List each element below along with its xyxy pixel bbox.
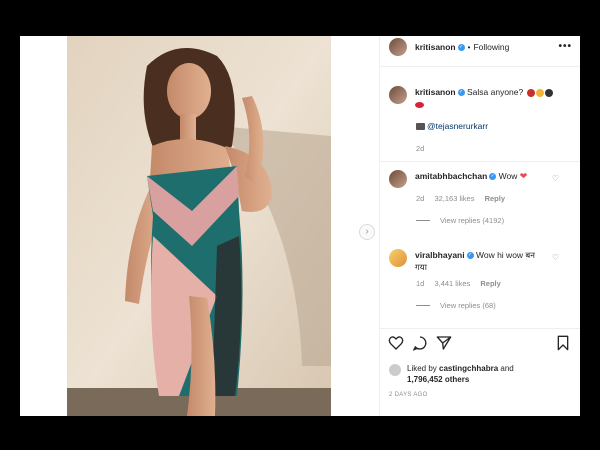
red-heart-emoji-icon: ❤	[519, 171, 528, 181]
comment-item: amitabhbachchan ✓ Wow ❤ ♡ 2d 32,163 likes…	[389, 170, 579, 225]
lips-emoji-icon	[415, 101, 424, 108]
camera-icon	[416, 123, 425, 131]
liked-by-text: Liked by castingchhabra and 1,796,452 ot…	[407, 363, 514, 385]
view-replies-button[interactable]: View replies (68)	[416, 301, 579, 310]
caption-username[interactable]: kritisanon	[415, 87, 456, 97]
dancer-emoji-icon	[526, 88, 535, 97]
heart-icon[interactable]	[388, 335, 404, 351]
comment-username[interactable]: viralbhayani	[415, 250, 465, 260]
replies-line	[416, 220, 430, 221]
heart-icon[interactable]: ♡	[552, 174, 559, 183]
view-replies-label: View replies (68)	[440, 301, 496, 310]
avatar[interactable]	[389, 249, 407, 267]
comment-meta: 1d 3,441 likes Reply	[416, 279, 579, 288]
verified-icon: ✓	[457, 89, 465, 97]
reply-button[interactable]: Reply	[480, 279, 500, 288]
photo-illustration	[67, 36, 331, 416]
caption-text: Salsa anyone?	[467, 87, 524, 97]
comment-time: 1d	[416, 279, 425, 288]
view-replies-button[interactable]: View replies (4192)	[416, 216, 579, 225]
comment-icon[interactable]	[412, 335, 428, 351]
header-username[interactable]: kritisanon	[415, 42, 456, 52]
actions-divider	[380, 328, 580, 329]
avatar[interactable]	[389, 364, 401, 376]
thinking-emoji-icon	[535, 88, 544, 97]
liked-by-user[interactable]: castingchhabra	[439, 364, 498, 373]
post-media: ›	[20, 36, 379, 416]
avatar[interactable]	[389, 170, 407, 188]
more-options-icon[interactable]: •••	[558, 41, 572, 52]
comment-username[interactable]: amitabhbachchan	[415, 171, 487, 181]
verified-icon: ✓	[457, 43, 465, 51]
bookmark-icon[interactable]	[556, 335, 570, 351]
avatar[interactable]	[389, 86, 407, 104]
post-photo	[67, 36, 331, 416]
post-sidebar: kritisanon ✓ • Following ••• kritisanon ✓…	[379, 36, 580, 416]
avatar[interactable]	[389, 38, 407, 56]
caption: kritisanon ✓ Salsa anyone?	[389, 86, 579, 110]
comment-likes[interactable]: 32,163 likes	[434, 194, 474, 203]
eyes-emoji-icon	[544, 88, 553, 97]
follow-status-button[interactable]: Following	[473, 42, 509, 52]
chevron-right-icon: ›	[365, 226, 369, 237]
separator-dot: •	[467, 42, 471, 52]
post-header: kritisanon ✓ • Following •••	[380, 36, 580, 58]
view-replies-label: View replies (4192)	[440, 216, 505, 225]
comment-likes[interactable]: 3,441 likes	[434, 279, 470, 288]
caption-text-block: kritisanon ✓ Salsa anyone?	[415, 86, 553, 110]
share-icon[interactable]	[436, 335, 452, 351]
next-photo-button[interactable]: ›	[359, 224, 375, 240]
liked-by-prefix: Liked by	[407, 364, 437, 373]
comment-time: 2d	[416, 194, 425, 203]
heart-icon[interactable]: ♡	[552, 253, 559, 262]
comment-meta: 2d 32,163 likes Reply	[416, 194, 579, 203]
liked-by: Liked by castingchhabra and 1,796,452 ot…	[389, 363, 579, 385]
post-timestamp[interactable]: 2 DAYS AGO	[389, 392, 428, 398]
replies-line	[416, 305, 430, 306]
comment-text-block: viralbhayani ✓ Wow hi wow बन गया	[415, 249, 543, 273]
photo-credit: @tejasnerurkarr	[416, 121, 488, 131]
credit-mention-link[interactable]: @tejasnerurkarr	[427, 121, 488, 131]
verified-icon: ✓	[466, 252, 474, 260]
liked-by-and: and	[500, 364, 514, 373]
verified-icon: ✓	[489, 173, 497, 181]
comment-text-block: amitabhbachchan ✓ Wow ❤	[415, 170, 543, 182]
action-bar	[380, 332, 580, 358]
comment-text: Wow	[498, 171, 518, 181]
likes-count[interactable]: 1,796,452 others	[407, 375, 469, 384]
comment-item: viralbhayani ✓ Wow hi wow बन गया ♡ 1d 3,4…	[389, 249, 579, 310]
header-divider	[380, 66, 580, 67]
instagram-post: › kritisanon ✓ • Following ••• kritisano…	[20, 36, 580, 416]
caption-time: 2d	[416, 144, 425, 153]
caption-divider	[380, 161, 580, 162]
reply-button[interactable]: Reply	[485, 194, 505, 203]
